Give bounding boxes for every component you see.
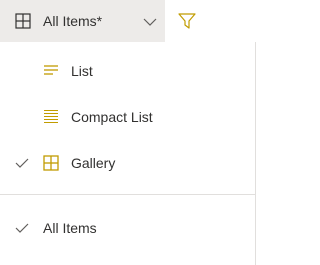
chevron-down-icon xyxy=(143,15,157,33)
list-icon xyxy=(43,63,59,84)
menu-border xyxy=(255,42,256,265)
view-menu: List Compact List Gallery All Items xyxy=(0,42,256,265)
menu-item-label: Gallery xyxy=(71,155,116,171)
menu-item-label: All Items xyxy=(43,220,97,236)
filter-button[interactable] xyxy=(165,0,205,42)
view-switcher-button[interactable]: All Items* xyxy=(0,0,165,42)
menu-item-label: List xyxy=(71,63,93,79)
menu-item-compact-list[interactable]: Compact List xyxy=(0,94,256,140)
filter-icon xyxy=(178,13,196,29)
gallery-icon xyxy=(15,13,31,34)
view-switcher-label: All Items* xyxy=(43,13,103,29)
menu-item-gallery[interactable]: Gallery xyxy=(0,140,256,186)
gallery-icon xyxy=(43,155,59,176)
menu-item-list[interactable]: List xyxy=(0,48,256,94)
compact-list-icon xyxy=(43,109,59,130)
menu-divider xyxy=(0,194,256,195)
checkmark-icon xyxy=(15,221,29,239)
menu-item-all-items[interactable]: All Items xyxy=(0,205,256,251)
checkmark-icon xyxy=(15,156,29,174)
menu-item-label: Compact List xyxy=(71,109,153,125)
command-bar: All Items* xyxy=(0,0,256,42)
